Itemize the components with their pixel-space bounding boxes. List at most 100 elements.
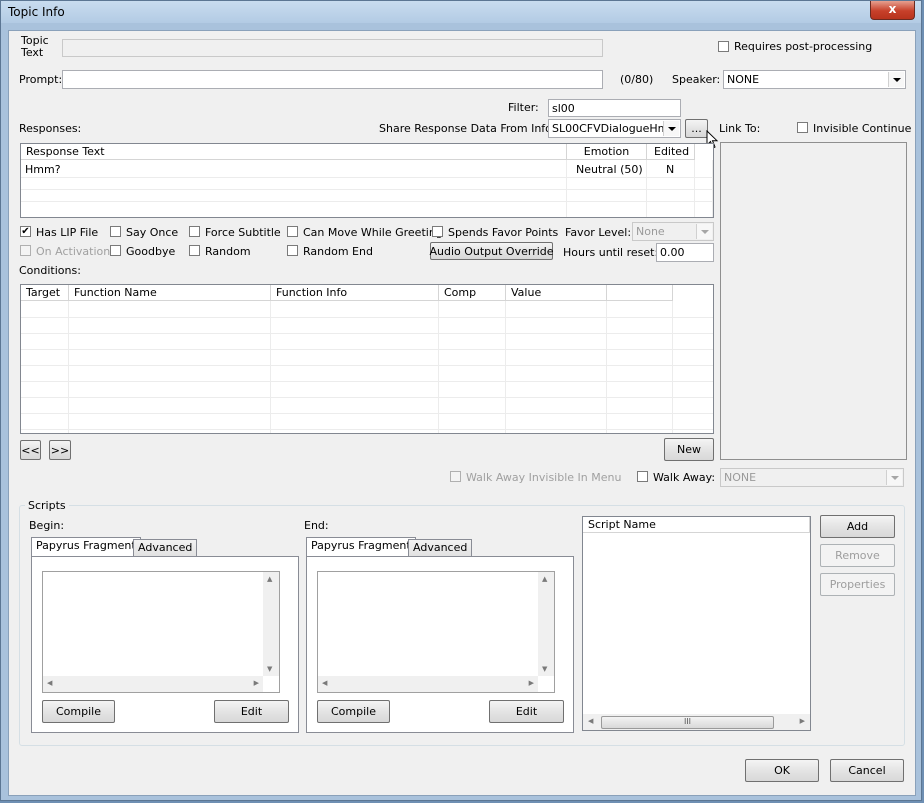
table-row[interactable]: Hmm? Neutral (50) N [21,161,695,177]
can-move-while-greeting-checkbox[interactable] [287,226,298,237]
conditions-label: Conditions: [19,264,81,277]
hours-until-reset-input[interactable]: 0.00 [656,243,714,262]
column-header-script-name[interactable]: Script Name [583,517,810,533]
goodbye-checkbox[interactable] [110,245,121,256]
end-compile-button[interactable]: Compile [317,700,390,723]
scroll-left-icon: ◀ [588,717,594,725]
column-header-edited[interactable]: Edited [647,144,695,160]
scroll-thumb[interactable]: III [601,716,774,729]
begin-edit-button[interactable]: Edit [214,700,289,723]
walk-away-checkbox[interactable] [637,471,648,482]
close-button[interactable]: x [870,1,915,20]
scroll-right-icon: ▶ [528,679,534,687]
end-fragment-editor[interactable]: ▲ ▼ ◀ ▶ [317,571,555,693]
invisible-continue-checkbox[interactable] [797,122,808,133]
title-bar[interactable]: Topic Info x [1,1,921,23]
link-to-list[interactable] [720,142,907,460]
topic-text-label: Topic Text [21,35,49,59]
column-header-function-info[interactable]: Function Info [271,285,439,301]
begin-vertical-scrollbar[interactable]: ▲ ▼ [263,572,279,676]
remove-script-button: Remove [820,544,895,567]
walk-away-dropdown: NONE [720,468,904,487]
end-label: End: [304,519,329,532]
share-response-dropdown[interactable]: SL00CFVDialogueHmm [548,119,681,138]
column-header-emotion[interactable]: Emotion [567,144,647,160]
walk-away-invisible-checkbox [450,471,461,482]
link-to-label: Link To: [719,122,761,135]
prompt-label: Prompt: [19,73,63,86]
say-once-checkbox[interactable] [110,226,121,237]
tab-begin-papyrus-fragment[interactable]: Papyrus Fragment [31,537,141,557]
edited-cell: N [666,163,675,176]
begin-horizontal-scrollbar[interactable]: ◀ ▶ [43,676,263,692]
tab-end-advanced[interactable]: Advanced [408,539,473,556]
end-tab-panel: ▲ ▼ ◀ ▶ Compile Edit [306,556,574,733]
force-subtitle-checkbox[interactable] [189,226,200,237]
speaker-value: NONE [727,73,760,86]
force-subtitle-label: Force Subtitle [205,226,281,239]
script-list-horizontal-scrollbar[interactable]: ◀ III ▶ [583,714,810,730]
tab-end-papyrus-fragment[interactable]: Papyrus Fragment [306,537,416,557]
favor-level-dropdown: None [632,222,714,241]
spends-favor-points-label: Spends Favor Points [448,226,559,239]
end-horizontal-scrollbar[interactable]: ◀ ▶ [318,676,538,692]
begin-label: Begin: [29,519,65,532]
previous-button[interactable]: << [20,440,41,460]
walk-away-invisible-label: Walk Away Invisible In Menu [466,471,622,484]
next-button[interactable]: >> [49,440,71,460]
random-end-label: Random End [303,245,373,258]
favor-level-label: Favor Level: [565,226,632,239]
has-lip-file-label: Has LIP File [36,226,99,239]
column-header-target[interactable]: Target [21,285,69,301]
walk-away-value: NONE [724,471,757,484]
responses-label: Responses: [19,122,82,135]
on-activation-label: On Activation [36,245,111,258]
spends-favor-points-checkbox[interactable] [432,226,443,237]
speaker-dropdown[interactable]: NONE [723,70,906,89]
prompt-char-count: (0/80) [620,73,654,86]
script-name-list[interactable]: Script Name ◀ III ▶ [582,516,811,731]
has-lip-file-checkbox[interactable]: ✔ [20,226,31,237]
cancel-button[interactable]: Cancel [830,759,904,782]
end-edit-button[interactable]: Edit [489,700,564,723]
random-checkbox[interactable] [189,245,200,256]
scroll-left-icon: ◀ [322,679,328,687]
new-condition-button[interactable]: New [664,438,714,461]
conditions-table[interactable]: Target Function Name Function Info Comp … [20,284,714,434]
requires-post-processing-checkbox[interactable] [718,41,729,52]
topic-label-line2: Text [21,46,44,59]
topic-info-window: Topic Info x Topic Text Requires post-pr… [0,0,922,801]
requires-post-processing-label: Requires post-processing [734,40,873,53]
column-header-function-name[interactable]: Function Name [69,285,271,301]
random-end-checkbox[interactable] [287,245,298,256]
scroll-up-icon: ▲ [267,575,273,583]
random-label: Random [205,245,251,258]
filter-label: Filter: [508,101,539,114]
begin-fragment-editor[interactable]: ▲ ▼ ◀ ▶ [42,571,280,693]
tab-begin-advanced[interactable]: Advanced [133,539,198,556]
favor-level-value: None [636,225,665,238]
column-header-extra[interactable] [607,285,673,301]
scroll-left-icon: ◀ [47,679,53,687]
begin-compile-button[interactable]: Compile [42,700,115,723]
column-header-value[interactable]: Value [506,285,607,301]
properties-button: Properties [820,573,895,596]
prompt-input[interactable] [62,70,603,89]
share-response-browse-button[interactable]: ... [685,119,708,138]
end-vertical-scrollbar[interactable]: ▲ ▼ [538,572,554,676]
close-icon: x [888,2,897,16]
audio-output-override-button[interactable]: Audio Output Override [429,242,554,260]
filter-input[interactable]: sl00 [548,99,681,117]
dialog-client-area: Topic Text Requires post-processing Prom… [8,30,916,796]
topic-text-field [62,39,603,57]
emotion-cell: Neutral (50) [576,163,643,176]
on-activation-checkbox [20,245,31,256]
responses-table[interactable]: Response Text Emotion Edited Hmm? Neutra… [20,143,714,218]
add-script-button[interactable]: Add [820,515,895,538]
column-header-response-text[interactable]: Response Text [21,144,567,160]
ok-button[interactable]: OK [745,759,819,782]
say-once-label: Say Once [126,226,179,239]
hours-until-reset-label: Hours until reset: [563,246,659,259]
column-header-comp[interactable]: Comp [439,285,506,301]
walk-away-label: Walk Away: [653,471,716,484]
